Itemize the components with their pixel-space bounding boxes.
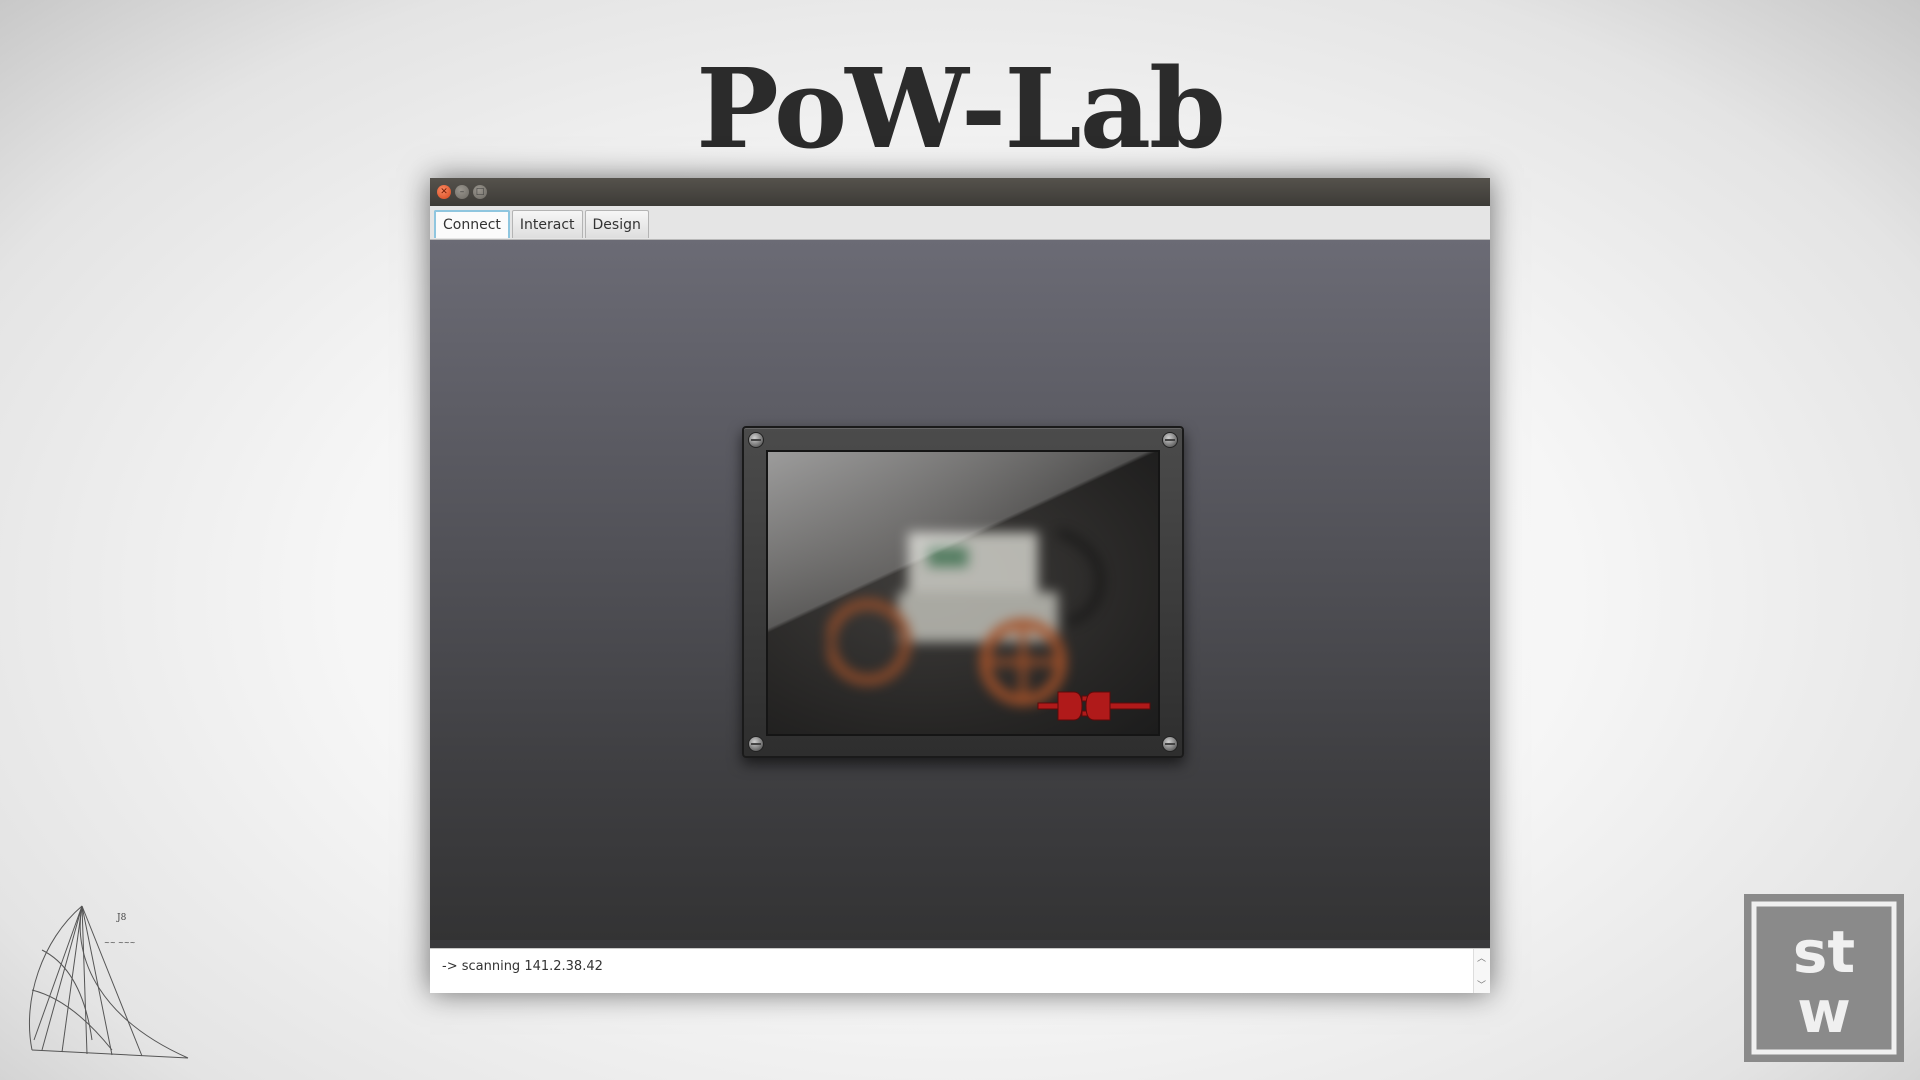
svg-text:J8: J8 bbox=[116, 913, 127, 923]
tab-bar: Connect Interact Design bbox=[430, 206, 1490, 240]
window-titlebar[interactable]: ✕ – □ bbox=[430, 178, 1490, 206]
device-frame bbox=[742, 426, 1184, 758]
screw-icon bbox=[748, 432, 764, 448]
screw-icon bbox=[748, 736, 764, 752]
svg-text:st: st bbox=[1793, 918, 1855, 986]
tab-connect[interactable]: Connect bbox=[434, 210, 510, 238]
console-output[interactable]: -> scanning 141.2.38.42 ︿ ﹀ bbox=[430, 948, 1490, 993]
screw-icon bbox=[1162, 736, 1178, 752]
slide-title: PoW-Lab bbox=[696, 44, 1226, 173]
chevron-up-icon[interactable]: ︿ bbox=[1477, 951, 1486, 964]
disconnected-plug-icon bbox=[1037, 691, 1151, 721]
tab-interact[interactable]: Interact bbox=[511, 210, 583, 238]
tab-design[interactable]: Design bbox=[584, 210, 649, 238]
svg-text:w: w bbox=[1797, 978, 1851, 1046]
spiral-sketch-logo: J8 ~~ ~~~ bbox=[28, 905, 189, 1059]
minimize-icon[interactable]: – bbox=[455, 185, 469, 199]
connect-panel bbox=[430, 240, 1490, 940]
stw-logo: st w bbox=[1744, 894, 1904, 1062]
console-scrollbar[interactable]: ︿ ﹀ bbox=[1473, 949, 1490, 993]
screw-icon bbox=[1162, 432, 1178, 448]
console-line: -> scanning 141.2.38.42 bbox=[442, 959, 603, 974]
close-icon[interactable]: ✕ bbox=[437, 185, 451, 199]
chevron-down-icon[interactable]: ﹀ bbox=[1477, 978, 1486, 991]
maximize-icon[interactable]: □ bbox=[473, 185, 487, 199]
robot-preview[interactable] bbox=[766, 450, 1160, 736]
svg-text:~~ ~~~: ~~ ~~~ bbox=[104, 939, 136, 947]
app-window: ✕ – □ Connect Interact Design -> scannin… bbox=[430, 178, 1490, 993]
